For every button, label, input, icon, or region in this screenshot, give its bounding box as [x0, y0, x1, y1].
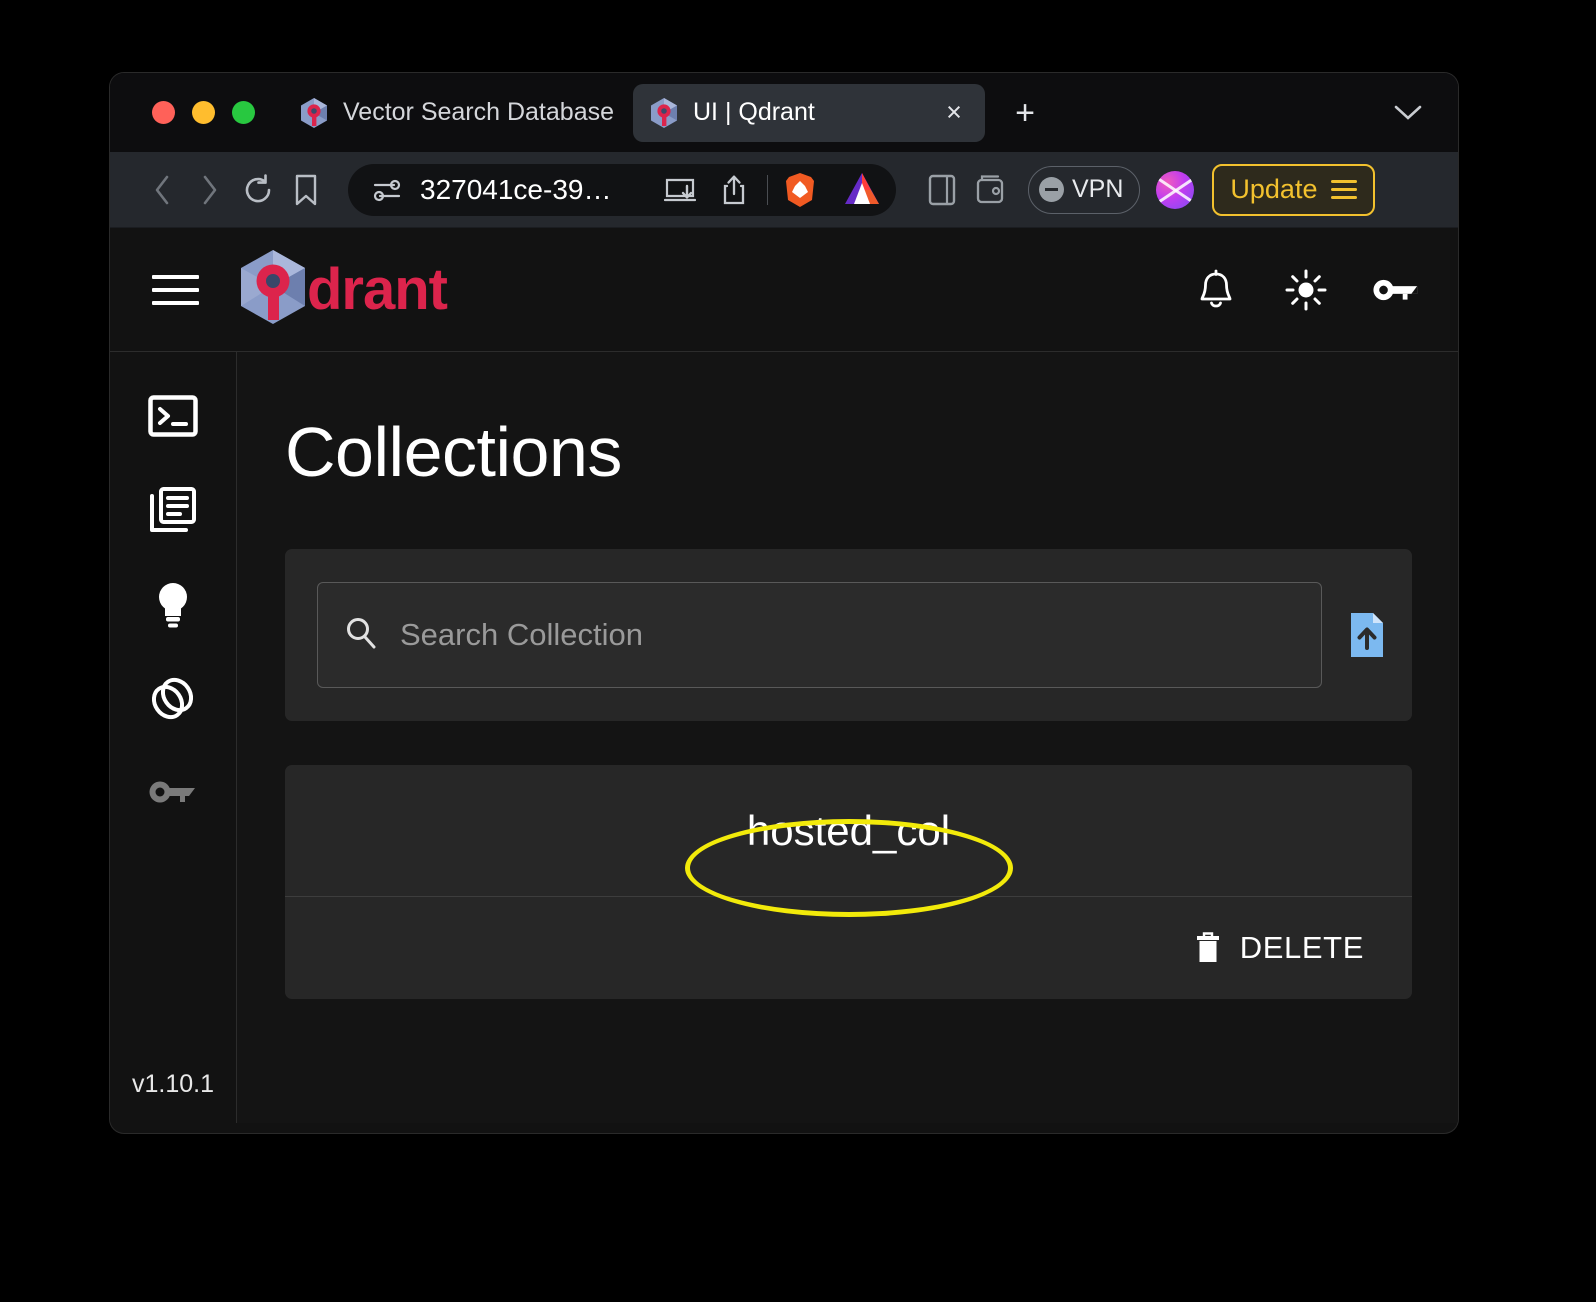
delete-button[interactable]: DELETE: [1194, 930, 1364, 966]
vpn-label: VPN: [1072, 175, 1124, 203]
bell-icon[interactable]: [1192, 266, 1240, 314]
file-upload-icon[interactable]: [1344, 609, 1390, 661]
maximize-window-button[interactable]: [232, 101, 255, 124]
sidebar-item-datasets[interactable]: [147, 672, 199, 724]
minimize-window-button[interactable]: [192, 101, 215, 124]
qdrant-favicon: [299, 97, 329, 129]
brave-lion-icon[interactable]: [780, 170, 820, 210]
app-version: v1.10.1: [131, 1070, 214, 1098]
profile-avatar-icon[interactable]: [1156, 170, 1195, 209]
collection-name: hosted_col: [746, 806, 951, 854]
sidebar-item-console[interactable]: [147, 390, 199, 442]
update-button[interactable]: Update: [1212, 163, 1376, 216]
tab-title: UI | Qdrant: [693, 98, 815, 126]
search-input[interactable]: [400, 617, 1295, 653]
bat-triangle-icon[interactable]: [842, 170, 882, 210]
search-box[interactable]: [317, 582, 1322, 688]
toolbar-divider: [767, 174, 768, 205]
update-label: Update: [1230, 174, 1318, 204]
window-controls: [152, 101, 255, 124]
url-text: 327041ce-39…: [420, 173, 612, 205]
tab-strip: Vector Search Database | Qdrant C UI | Q…: [110, 73, 1458, 152]
collection-actions-row: DELETE: [285, 897, 1412, 999]
site-settings-icon[interactable]: [366, 169, 408, 211]
browser-toolbar: 327041ce-39… VPN Update: [110, 152, 1458, 228]
new-tab-icon[interactable]: +: [1003, 91, 1047, 135]
main-content: Collections Search Collection hosted_col…: [237, 352, 1458, 1123]
sidebar-item-tutorial[interactable]: [147, 578, 199, 630]
download-icon[interactable]: [659, 169, 701, 211]
share-icon[interactable]: [713, 169, 755, 211]
key-icon[interactable]: [1372, 266, 1420, 314]
sidebar-item-access[interactable]: [147, 766, 199, 818]
sun-icon[interactable]: [1282, 266, 1330, 314]
collection-name-row[interactable]: hosted_col: [285, 765, 1412, 897]
search-card: [285, 549, 1412, 721]
bookmark-icon[interactable]: [282, 166, 330, 214]
header-actions: [1192, 266, 1420, 314]
trash-icon: [1194, 931, 1222, 965]
qdrant-logo-icon: [237, 248, 309, 331]
reload-icon[interactable]: [234, 166, 282, 214]
sidebar-panel-icon[interactable]: [918, 166, 966, 214]
app-header: drant: [110, 228, 1458, 352]
hamburger-menu-icon[interactable]: [152, 274, 199, 305]
qdrant-logo[interactable]: drant: [237, 248, 448, 331]
sidebar: v1.10.1: [110, 352, 237, 1123]
search-icon: [344, 616, 378, 655]
hamburger-menu-icon[interactable]: [1331, 180, 1358, 199]
qdrant-favicon: [649, 97, 679, 129]
browser-tab-inactive[interactable]: Vector Search Database | Qdrant C: [283, 84, 633, 142]
back-icon[interactable]: [138, 166, 186, 214]
wallet-icon[interactable]: [966, 166, 1014, 214]
url-bar[interactable]: 327041ce-39…: [348, 163, 896, 216]
sidebar-item-collections[interactable]: [147, 484, 199, 536]
vpn-button[interactable]: VPN: [1028, 165, 1141, 214]
browser-window: Vector Search Database | Qdrant C UI | Q…: [110, 73, 1458, 1133]
vpn-status-icon: [1039, 177, 1064, 202]
close-window-button[interactable]: [152, 101, 175, 124]
close-tab-icon[interactable]: ×: [939, 98, 969, 128]
delete-label: DELETE: [1239, 930, 1364, 965]
browser-tab-active[interactable]: UI | Qdrant ×: [633, 83, 985, 142]
tab-title: Vector Search Database | Qdrant C: [343, 98, 617, 126]
qdrant-wordmark: drant: [307, 256, 448, 322]
page-title: Collections: [285, 413, 622, 491]
collection-card[interactable]: hosted_col DELETE: [285, 765, 1412, 999]
app-body: v1.10.1 Collections Search Collection ho…: [110, 352, 1458, 1123]
chevron-down-icon[interactable]: [1386, 91, 1430, 135]
forward-icon[interactable]: [186, 166, 234, 214]
